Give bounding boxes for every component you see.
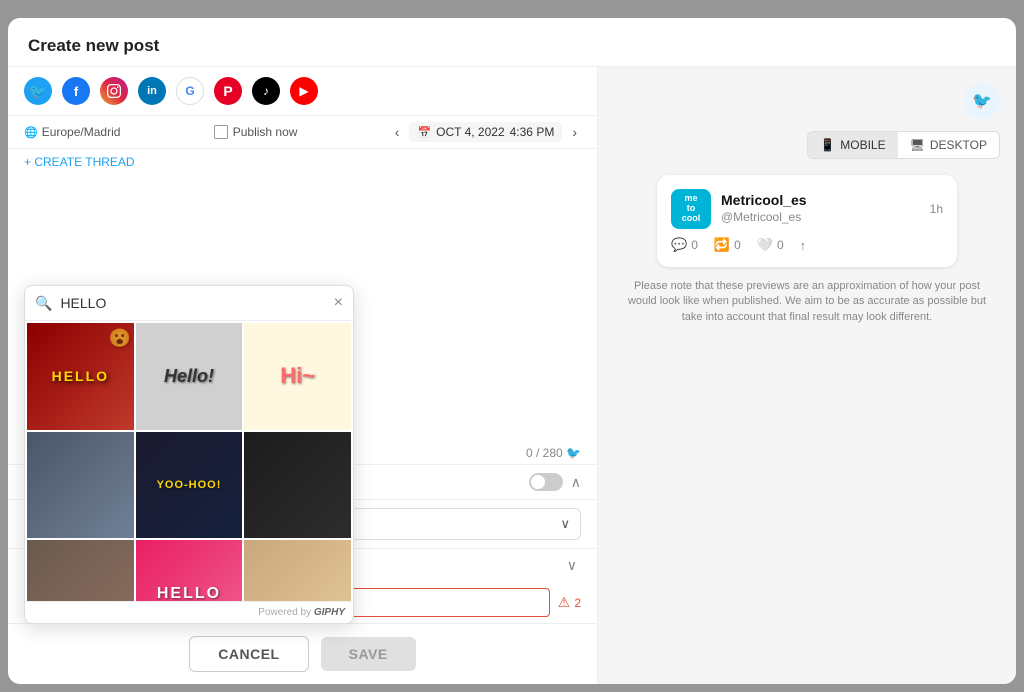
preview-twitter-icon: 🐦: [964, 83, 1000, 119]
desktop-icon: 🖥: [910, 138, 925, 152]
gif-close-button[interactable]: ×: [334, 294, 343, 312]
comment-count: 0: [691, 238, 698, 252]
create-post-modal: Create new post 🐦 f in G P ♪ ▶ 🌐: [8, 18, 1016, 684]
date-label: OCT 4, 2022: [436, 125, 504, 139]
smartlinks-chevron-icon: ∨: [560, 516, 570, 532]
mobile-label: MOBILE: [840, 138, 885, 152]
preview-note: Please note that these previews are an a…: [614, 279, 1000, 325]
draft-toggle[interactable]: [529, 473, 563, 491]
post-time: 1h: [930, 202, 943, 216]
mobile-icon: 📱: [820, 138, 835, 152]
globe-icon: 🌐: [24, 126, 38, 139]
gif-item[interactable]: HELLO 😮: [27, 323, 134, 430]
instagram-icon[interactable]: [100, 77, 128, 105]
share-icon: ↑: [800, 238, 807, 253]
pinterest-icon[interactable]: P: [214, 77, 242, 105]
powered-by-label: Powered by: [258, 607, 311, 618]
thread-section: + CREATE THREAD: [8, 149, 597, 175]
share-action: ↑: [800, 238, 807, 253]
desktop-label: DESKTOP: [930, 138, 987, 152]
retweet-action: 🔁 0: [714, 237, 741, 253]
right-panel: 🐦 📱 MOBILE 🖥 DESKTOP metocool: [598, 67, 1016, 684]
draft-controls: ∧: [529, 473, 581, 491]
modal-body: 🐦 f in G P ♪ ▶ 🌐 Europe/Madrid: [8, 67, 1016, 684]
error-badge: ⚠ 2: [558, 594, 581, 611]
gif-item[interactable]: [27, 432, 134, 539]
giphy-logo: GIPHY: [314, 607, 345, 618]
gif-search-bar: 🔍 ×: [25, 286, 353, 321]
like-action: 🤍 0: [757, 237, 784, 253]
modal-footer: CANCEL SAVE: [8, 623, 597, 684]
twitter-counter-icon: 🐦: [566, 446, 581, 460]
giphy-footer: Powered by GIPHY: [25, 601, 353, 623]
gif-item[interactable]: Hi~: [244, 323, 351, 430]
twitter-handle: @Metricool_es: [721, 210, 801, 224]
desktop-device-button[interactable]: 🖥 DESKTOP: [898, 132, 999, 158]
gif-item[interactable]: [27, 540, 134, 601]
publish-now-label: Publish now: [233, 125, 298, 139]
expand-button[interactable]: ∨: [563, 553, 581, 578]
gif-grid: HELLO 😮 Hello! Hi~ YOO-H: [25, 321, 353, 601]
gif-search-icon: 🔍: [35, 295, 52, 312]
calendar-icon: 📅: [417, 126, 431, 139]
twitter-actions: 💬 0 🔁 0 🤍 0 ↑: [671, 237, 943, 253]
publish-now-group: Publish now: [214, 125, 298, 139]
tiktok-icon[interactable]: ♪: [252, 77, 280, 105]
modal-title: Create new post: [28, 36, 159, 56]
error-count: 2: [574, 596, 581, 610]
gif-search-input[interactable]: [60, 295, 325, 311]
twitter-card-header: metocool Metricool_es @Metricool_es 1h: [671, 189, 943, 229]
comment-icon: 💬: [671, 237, 687, 253]
preview-header: 🐦: [614, 83, 1000, 119]
youtube-icon[interactable]: ▶: [290, 77, 318, 105]
gif-item[interactable]: [244, 432, 351, 539]
char-count-text: 0 / 280: [526, 446, 563, 460]
social-icons-row: 🐦 f in G P ♪ ▶: [8, 67, 597, 116]
twitter-icon[interactable]: 🐦: [24, 77, 52, 105]
device-toggle: 📱 MOBILE 🖥 DESKTOP: [807, 131, 1000, 159]
like-icon: 🤍: [757, 237, 773, 253]
display-name: Metricool_es: [721, 192, 920, 208]
prev-date-button[interactable]: ‹: [391, 122, 404, 142]
retweet-icon: 🔁: [714, 237, 730, 253]
warning-icon: ⚠: [558, 594, 571, 611]
facebook-icon[interactable]: f: [62, 77, 90, 105]
gif-item[interactable]: HELLO: [136, 540, 243, 601]
time-label: 4:36 PM: [510, 125, 555, 139]
publish-now-checkbox[interactable]: [214, 125, 228, 139]
comment-action: 💬 0: [671, 237, 698, 253]
mobile-device-button[interactable]: 📱 MOBILE: [808, 132, 897, 158]
left-panel: 🐦 f in G P ♪ ▶ 🌐 Europe/Madrid: [8, 67, 598, 684]
twitter-preview-card: metocool Metricool_es @Metricool_es 1h 💬…: [657, 175, 957, 267]
schedule-bar: 🌐 Europe/Madrid Publish now ‹ 📅 OCT 4, 2…: [8, 116, 597, 149]
gif-item[interactable]: Hello!: [136, 323, 243, 430]
modal-header: Create new post: [8, 18, 1016, 67]
cancel-button[interactable]: CANCEL: [189, 636, 308, 672]
next-date-button[interactable]: ›: [568, 122, 581, 142]
like-count: 0: [777, 238, 784, 252]
twitter-user-info: Metricool_es @Metricool_es: [721, 192, 920, 226]
gif-item[interactable]: YOO-HOO!: [136, 432, 243, 539]
save-button[interactable]: SAVE: [321, 637, 416, 671]
date-nav: ‹ 📅 OCT 4, 2022 4:36 PM ›: [391, 122, 581, 142]
google-icon[interactable]: G: [176, 77, 204, 105]
collapse-icon[interactable]: ∧: [571, 474, 581, 491]
date-display[interactable]: 📅 OCT 4, 2022 4:36 PM: [409, 122, 562, 142]
avatar: metocool: [671, 189, 711, 229]
gif-item[interactable]: [244, 540, 351, 601]
retweet-count: 0: [734, 238, 741, 252]
create-thread-button[interactable]: + CREATE THREAD: [24, 155, 135, 169]
gif-panel: 🔍 × HELLO 😮 Hello!: [24, 285, 354, 624]
schedule-left: 🌐 Europe/Madrid: [24, 125, 120, 139]
linkedin-icon[interactable]: in: [138, 77, 166, 105]
timezone-label: Europe/Madrid: [42, 125, 121, 139]
